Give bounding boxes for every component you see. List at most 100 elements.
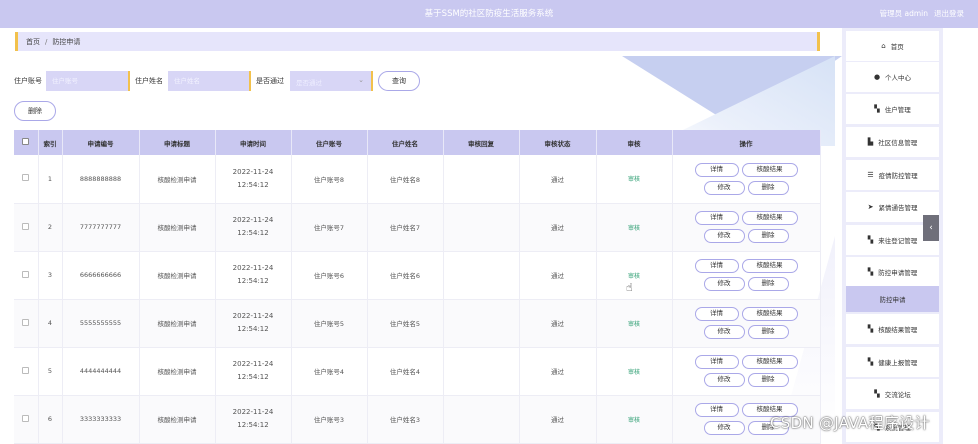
delete-button[interactable]: 删除 <box>747 373 789 387</box>
name-cell: 住户姓名4 <box>367 347 444 396</box>
sidebar-item-label: 住户管理 <box>884 106 911 114</box>
breadcrumb-current: 防控申请 <box>52 38 81 46</box>
row-select-cell <box>14 347 39 396</box>
detail-button[interactable]: 详情 <box>694 162 739 177</box>
audit-link[interactable]: 审核 <box>628 417 640 424</box>
row-actions: 详情 核酸结果 修改 删除 <box>690 307 802 339</box>
audit-link[interactable]: 审核 <box>628 273 640 280</box>
sidebar-item-epidemic[interactable]: ☰ 疫情防控管理 <box>846 160 939 190</box>
select-all-checkbox[interactable] <box>22 138 30 145</box>
time-text: 2022-11-24 12:54:12 <box>232 264 274 285</box>
title-cell: 核酸检测申请 <box>139 299 216 348</box>
sidebar-item-home[interactable]: ⌂ 首页 <box>846 31 939 61</box>
audit-cell: 审核 <box>596 347 673 396</box>
list-icon: ☰ <box>867 171 874 179</box>
index-cell: 3 <box>38 251 63 300</box>
row-actions: 详情 核酸结果 修改 删除 <box>690 355 802 387</box>
audit-link[interactable]: 审核 <box>628 225 640 232</box>
detail-button[interactable]: 详情 <box>694 307 739 321</box>
logout-link[interactable]: 退出登录 <box>934 8 964 19</box>
delete-button[interactable]: 删除 <box>747 229 789 243</box>
column-header: 审核状态 <box>519 130 597 155</box>
delete-button[interactable]: 删除 <box>747 277 789 291</box>
sidebar-item-community[interactable]: ▙ 社区信息管理 <box>846 127 939 157</box>
grid-icon: ▚ <box>867 325 874 333</box>
result-button[interactable]: 核酸结果 <box>741 355 798 369</box>
delete-selected-button[interactable]: 删除 <box>14 101 56 121</box>
reply-cell <box>443 251 520 300</box>
audit-cell: 审核 <box>596 155 673 204</box>
name-cell: 住户姓名3 <box>367 395 444 444</box>
name-input[interactable] <box>168 71 251 91</box>
detail-button[interactable]: 详情 <box>694 259 739 273</box>
sidebar-item-apply-manage[interactable]: ▚ 防控申请管理 <box>846 257 939 287</box>
breadcrumb: 首页 / 防控申请 <box>15 32 820 51</box>
name-cell: 住户姓名5 <box>367 299 444 348</box>
code-cell: 7777777777 <box>62 203 140 252</box>
edit-button[interactable]: 修改 <box>703 373 745 387</box>
edit-button[interactable]: 修改 <box>703 277 745 291</box>
sidebar-subitem-apply[interactable]: 防控申请 <box>846 286 939 312</box>
pass-label: 是否通过 <box>256 77 284 85</box>
audit-link[interactable]: 审核 <box>628 176 640 183</box>
audit-link[interactable]: 审核 <box>628 369 640 376</box>
edit-button[interactable]: 修改 <box>703 180 745 195</box>
sidebar-item-label: 防控申请管理 <box>878 269 918 277</box>
sidebar-item-residents[interactable]: ▚ 住户管理 <box>846 94 939 124</box>
mouse-pointer-icon: ☝ <box>626 281 633 294</box>
sidebar-item-results[interactable]: ▚ 核酸结果管理 <box>846 314 939 344</box>
edit-button[interactable]: 修改 <box>703 229 745 243</box>
pass-select[interactable]: 是否通过 ⌄ <box>290 71 373 91</box>
sidebar-item-label: 来往登记管理 <box>878 237 918 245</box>
title-cell: 核酸检测申请 <box>139 347 216 396</box>
row-actions: 详情 核酸结果 修改 删除 <box>690 211 802 243</box>
column-header: 申请编号 <box>62 130 140 155</box>
audit-cell: 审核 <box>596 203 673 252</box>
detail-button[interactable]: 详情 <box>694 355 739 369</box>
delete-button[interactable]: 删除 <box>747 180 789 195</box>
code-cell: 5555555555 <box>62 299 140 348</box>
account-cell: 住户账号5 <box>291 299 368 348</box>
status-cell: 通过 <box>519 203 597 252</box>
row-checkbox[interactable] <box>22 174 30 182</box>
row-checkbox[interactable] <box>22 318 30 326</box>
status-cell: 通过 <box>519 251 597 300</box>
sidebar-item-profile[interactable]: ● 个人中心 <box>846 62 939 92</box>
edit-button[interactable]: 修改 <box>703 421 745 435</box>
row-checkbox[interactable] <box>22 366 30 374</box>
sidebar-collapse-button[interactable]: ‹ <box>923 215 939 241</box>
column-header: 操作 <box>672 130 821 155</box>
index-cell: 5 <box>38 347 63 396</box>
row-checkbox[interactable] <box>22 222 30 230</box>
grid-icon: ▚ <box>867 358 874 366</box>
chevron-left-icon: ‹ <box>929 223 933 233</box>
result-button[interactable]: 核酸结果 <box>741 162 798 177</box>
sidebar-item-label: 紧情通告管理 <box>878 204 918 212</box>
apply-table: 索引 申请编号 申请标题 申请时间 住户账号 住户姓名 审核回复 审核状态 审核… <box>14 130 821 444</box>
watermark: CSDN @JAVA程序设计 <box>770 414 930 432</box>
account-input[interactable] <box>46 71 130 91</box>
status-cell: 通过 <box>519 347 597 396</box>
delete-button[interactable]: 删除 <box>747 325 789 339</box>
breadcrumb-home[interactable]: 首页 <box>26 38 40 46</box>
time-cell: 2022-11-24 12:54:12 <box>215 251 292 300</box>
edit-button[interactable]: 修改 <box>703 325 745 339</box>
name-cell: 住户姓名8 <box>367 155 444 204</box>
index-cell: 2 <box>38 203 63 252</box>
row-select-cell <box>14 395 39 444</box>
result-button[interactable]: 核酸结果 <box>741 307 798 321</box>
result-button[interactable]: 核酸结果 <box>741 211 798 225</box>
sidebar-item-forum[interactable]: ▚ 交流论坛 <box>846 379 939 409</box>
title-cell: 核酸检测申请 <box>139 251 216 300</box>
audit-cell: 审核 <box>596 251 673 300</box>
row-checkbox[interactable] <box>22 414 30 422</box>
sidebar-item-health[interactable]: ▚ 健康上报管理 <box>846 347 939 377</box>
table-row: 1 8888888888 核酸检测申请 2022-11-24 12:54:12 … <box>14 155 821 204</box>
detail-button[interactable]: 详情 <box>694 211 739 225</box>
detail-button[interactable]: 详情 <box>694 403 739 417</box>
audit-link[interactable]: 审核 <box>628 321 640 328</box>
column-header: 审核 <box>596 130 673 155</box>
query-button[interactable]: 查询 <box>378 71 420 91</box>
result-button[interactable]: 核酸结果 <box>741 259 798 273</box>
row-checkbox[interactable] <box>22 270 30 278</box>
